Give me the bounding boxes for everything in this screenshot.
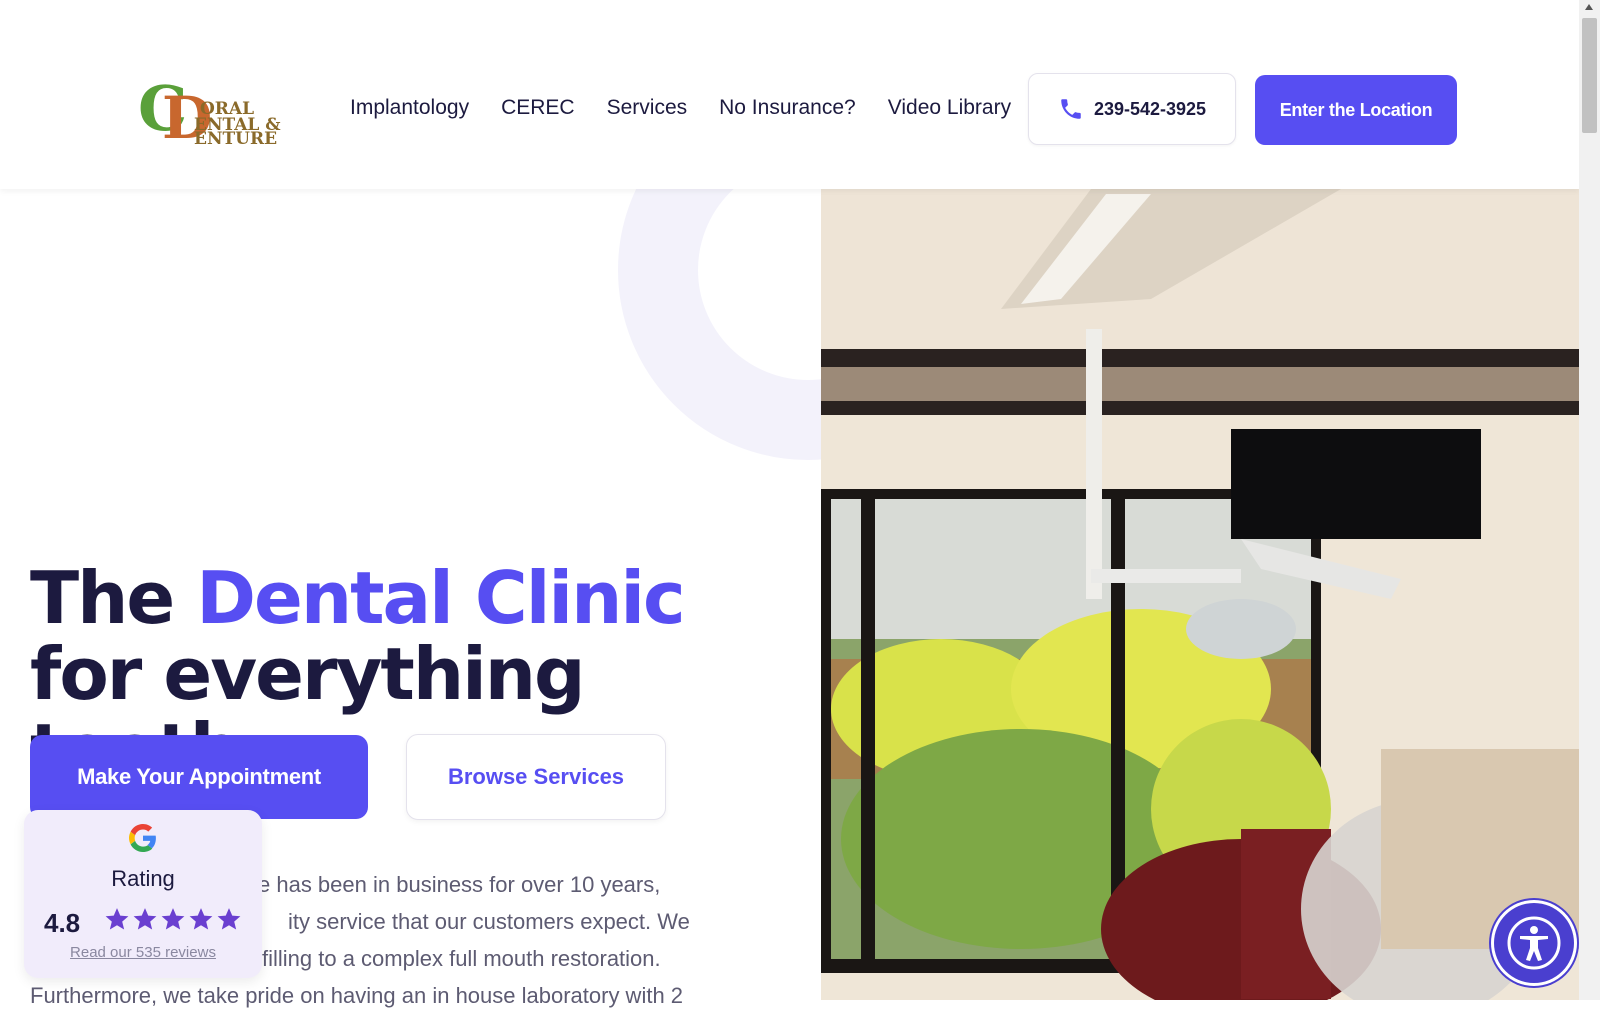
phone-number: 239-542-3925: [1093, 98, 1207, 119]
scrollbar[interactable]: [1579, 0, 1600, 1000]
star-icon: [133, 908, 157, 930]
svg-text:ENTURE: ENTURE: [194, 129, 277, 149]
phone-icon: [1061, 99, 1081, 119]
browse-services-button[interactable]: Browse Services: [406, 734, 666, 820]
scroll-thumb[interactable]: [1582, 18, 1597, 133]
site-header: C D ORAL ENTAL & ENTURE Implantology CER…: [0, 0, 1579, 189]
accessibility-icon: [1507, 916, 1561, 970]
accessibility-button[interactable]: [1494, 903, 1574, 983]
phone-button[interactable]: 239-542-3925: [1028, 73, 1236, 145]
rating-label: Rating: [111, 866, 175, 891]
logo-graphic: C D ORAL ENTAL & ENTURE: [138, 72, 281, 150]
nav-no-insurance[interactable]: No Insurance?: [719, 96, 856, 120]
nav-implantology[interactable]: Implantology: [350, 96, 469, 120]
headline-accent: Dental Clinic: [196, 556, 685, 640]
intro-line-4: Furthermore, we take pride on having an …: [30, 983, 684, 1008]
dental-office-image: [821, 189, 1579, 1000]
rating-stars: [104, 906, 242, 932]
scroll-up-arrow[interactable]: [1585, 4, 1593, 10]
star-icon: [189, 908, 213, 930]
star-icon: [217, 908, 241, 930]
make-appointment-button[interactable]: Make Your Appointment: [30, 735, 368, 819]
read-reviews-link[interactable]: Read our 535 reviews: [24, 944, 262, 961]
main-nav: Implantology CEREC Services No Insurance…: [350, 96, 1011, 120]
nav-video-library[interactable]: Video Library: [888, 96, 1011, 120]
logo[interactable]: C D ORAL ENTAL & ENTURE: [136, 70, 286, 150]
nav-services[interactable]: Services: [607, 96, 688, 120]
star-icon: [161, 908, 185, 930]
star-icon: [105, 908, 129, 930]
google-rating-widget[interactable]: Rating 4.8 Read our 535 reviews: [24, 810, 262, 978]
nav-cerec[interactable]: CEREC: [501, 96, 575, 120]
enter-location-button[interactable]: Enter the Location: [1255, 75, 1457, 145]
google-icon: [129, 824, 156, 852]
rating-score: 4.8: [44, 908, 81, 938]
hero-photo: [821, 189, 1579, 1000]
headline-part1: The: [30, 556, 197, 640]
